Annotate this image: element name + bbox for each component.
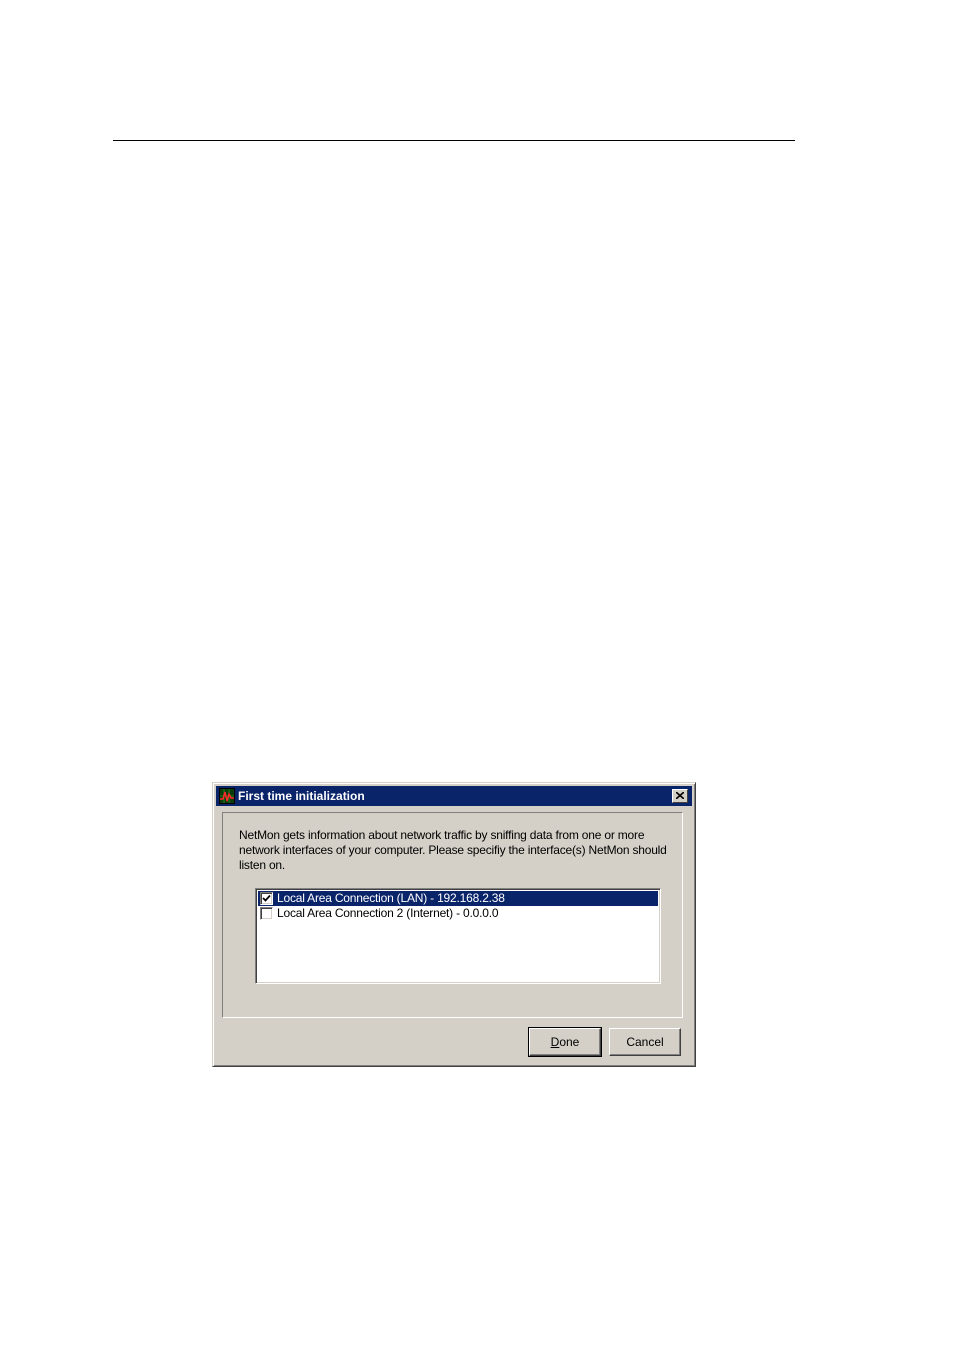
netmon-graph-icon xyxy=(219,788,235,804)
dialog-title: First time initialization xyxy=(238,789,365,803)
interface-label-internet: Local Area Connection 2 (Internet) - 0.0… xyxy=(277,906,499,920)
list-item-interface-lan[interactable]: Local Area Connection (LAN) - 192.168.2.… xyxy=(258,891,658,906)
cancel-button[interactable]: Cancel xyxy=(609,1028,681,1056)
first-time-initialization-dialog: First time initialization NetMon gets in… xyxy=(212,782,696,1067)
done-label-rest: one xyxy=(559,1035,580,1049)
close-icon xyxy=(676,792,684,799)
page-header-rule xyxy=(113,140,795,141)
dialog-description: NetMon gets information about network tr… xyxy=(239,828,667,872)
interface-checkbox-lan[interactable] xyxy=(260,892,273,905)
done-accelerator: D xyxy=(550,1035,560,1049)
done-button[interactable]: Done xyxy=(528,1027,602,1057)
checkmark-icon xyxy=(262,894,271,902)
interface-checkbox-internet[interactable] xyxy=(260,907,273,920)
interface-checklist[interactable]: Local Area Connection (LAN) - 192.168.2.… xyxy=(255,888,661,984)
interface-group-panel: NetMon gets information about network tr… xyxy=(222,812,683,1018)
list-item-interface-internet[interactable]: Local Area Connection 2 (Internet) - 0.0… xyxy=(258,906,658,921)
dialog-titlebar[interactable]: First time initialization xyxy=(216,786,692,806)
close-button[interactable] xyxy=(672,789,688,803)
interface-label-lan: Local Area Connection (LAN) - 192.168.2.… xyxy=(277,891,505,905)
